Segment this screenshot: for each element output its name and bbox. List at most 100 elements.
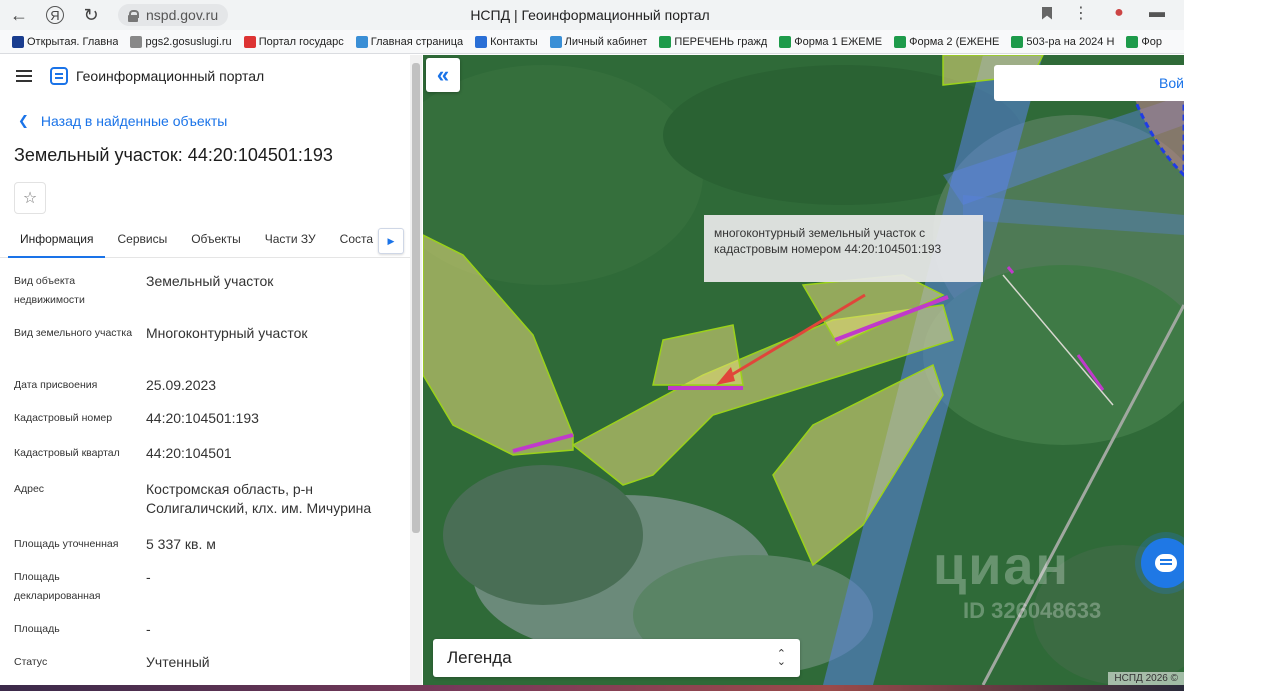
tab-services[interactable]: Сервисы	[105, 228, 179, 258]
properties-list: Вид объекта недвижимости Земельный участо…	[0, 272, 410, 685]
bookmark-item[interactable]: Фор	[1126, 35, 1163, 48]
property-key: Площадь	[14, 623, 60, 635]
property-key: Вид земельного участка	[14, 327, 133, 339]
chat-button[interactable]	[1141, 538, 1184, 588]
chevron-left-icon: ❮	[18, 113, 29, 128]
map-search-placeholder: Вой	[1159, 75, 1184, 91]
extension-icon[interactable]: ●	[1110, 4, 1128, 22]
bookmark-label: Контакты	[490, 35, 538, 48]
property-value: 5 337 кв. м	[146, 536, 216, 552]
bookmark-item[interactable]: Личный кабинет	[549, 35, 648, 48]
property-key: Дата присвоения	[14, 379, 98, 391]
back-to-results-link[interactable]: ❮ Назад в найденные объекты	[18, 113, 410, 129]
watermark-id: ID 326048633	[963, 598, 1102, 623]
map-view[interactable]: « Вой многоконтурный земельный участок с…	[423, 55, 1184, 685]
property-value: Многоконтурный участок	[146, 325, 308, 341]
bookmark-favicon-icon	[549, 35, 562, 48]
bookmark-item[interactable]: Портал государс	[243, 35, 344, 48]
menu-icon[interactable]	[16, 70, 32, 82]
legend-dropdown[interactable]: Легенда ⌃ ⌄	[433, 639, 800, 677]
bookmarks-bar: Открытая. Главна pgs2.gosuslugi.ru Портал …	[0, 30, 1184, 54]
bookmark-label: Форма 2 (ЕЖЕНЕ	[909, 35, 1000, 48]
bookmark-label: Портал государс	[258, 35, 344, 48]
profile-icon[interactable]: ▬	[1148, 4, 1166, 22]
object-title: Земельный участок: 44:20:104501:193	[14, 145, 333, 165]
os-taskbar	[0, 685, 1184, 691]
property-value: -	[146, 621, 151, 637]
screen: ← Я ↻ nspd.gov.ru НСПД | Геоинформационн…	[0, 0, 1280, 691]
annotation-callout: многоконтурный земельный участок с кадас…	[704, 215, 983, 282]
address-bar-url: nspd.gov.ru	[146, 7, 219, 23]
bookmark-label: Главная страница	[370, 35, 464, 48]
address-bar[interactable]: nspd.gov.ru	[118, 4, 229, 26]
property-value: Земельный участок	[146, 273, 274, 289]
property-key: Адрес	[14, 483, 45, 495]
bookmark-item[interactable]: pgs2.gosuslugi.ru	[130, 35, 232, 48]
bookmark-item[interactable]: Открытая. Главна	[12, 35, 119, 48]
bookmark-icon[interactable]	[1042, 6, 1052, 20]
property-key: Кадастровый номер	[14, 412, 113, 424]
back-arrow-icon[interactable]: ←	[6, 2, 32, 28]
bookmark-favicon-icon	[894, 35, 907, 48]
property-row: Вид земельного участка Многоконтурный уча…	[0, 324, 410, 376]
portal-name: Геоинформационный портал	[76, 68, 265, 84]
tab-composition[interactable]: Соста	[328, 228, 385, 258]
bookmark-label: 503-ра на 2024 Н	[1026, 35, 1115, 48]
bookmark-label: Личный кабинет	[564, 35, 648, 48]
property-value: Учтенный	[146, 654, 210, 670]
property-value: 25.09.2023	[146, 377, 217, 393]
favorite-button[interactable]: ☆	[14, 182, 46, 214]
blank-margin	[1184, 0, 1280, 691]
property-key: Статус	[14, 656, 48, 668]
property-row: Статус Учтенный	[0, 653, 410, 685]
bookmark-item[interactable]: Форма 2 (ЕЖЕНЕ	[894, 35, 1000, 48]
back-link-label: Назад в найденные объекты	[40, 113, 228, 129]
tab-parts[interactable]: Части ЗУ	[253, 228, 328, 258]
property-row: Вид объекта недвижимости Земельный участо…	[0, 272, 410, 324]
info-panel: Геоинформационный портал ❮ Назад в найде…	[0, 55, 410, 685]
bookmark-item[interactable]: Главная страница	[355, 35, 464, 48]
bookmark-label: Фор	[1141, 35, 1163, 48]
bookmark-favicon-icon	[1011, 35, 1024, 48]
yandex-icon[interactable]: Я	[46, 6, 64, 24]
menu-dots-icon[interactable]: ⋮	[1072, 4, 1090, 22]
scrollbar-thumb[interactable]	[412, 63, 420, 533]
bookmark-label: ПЕРЕЧЕНЬ гражд	[674, 35, 768, 48]
property-row: Площадь -	[0, 620, 410, 653]
bookmark-label: Форма 1 ЕЖЕМЕ	[794, 35, 883, 48]
bookmark-favicon-icon	[475, 35, 488, 48]
property-row: Площадь декларированная -	[0, 568, 410, 620]
tab-objects[interactable]: Объекты	[179, 228, 253, 258]
page-tab-title: НСПД | Геоинформационный портал	[470, 7, 710, 23]
bookmark-favicon-icon	[779, 35, 792, 48]
tab-info[interactable]: Информация	[8, 228, 106, 258]
map-search-input[interactable]: Вой	[994, 65, 1184, 101]
property-value: 44:20:104501	[146, 445, 232, 461]
tabs-scroll-right-button[interactable]: ▶	[378, 228, 404, 254]
watermark-text: циан	[933, 536, 1071, 596]
double-chevron-left-icon: «	[436, 62, 450, 87]
property-row: Дата присвоения 25.09.2023	[0, 376, 410, 409]
chevron-right-icon: ▶	[387, 235, 395, 246]
bookmark-item[interactable]: Контакты	[475, 35, 538, 48]
bookmark-favicon-icon	[130, 35, 143, 48]
expand-chevrons-icon: ⌃ ⌄	[776, 648, 786, 668]
reload-icon[interactable]: ↻	[78, 2, 104, 28]
map-copyright: НСПД 2026 ©	[1108, 672, 1184, 685]
legend-label: Легенда	[447, 648, 512, 667]
panel-scrollbar[interactable]	[410, 55, 422, 685]
bookmark-item[interactable]: Форма 1 ЕЖЕМЕ	[779, 35, 883, 48]
bookmark-item[interactable]: 503-ра на 2024 Н	[1011, 35, 1115, 48]
property-row: Кадастровый номер 44:20:104501:193	[0, 409, 410, 444]
property-key: Кадастровый квартал	[14, 447, 120, 459]
bookmark-favicon-icon	[243, 35, 256, 48]
toolbar-actions: ⋮ ● ▬	[1042, 4, 1166, 22]
property-value: Костромская область, р-н Солигаличский, …	[146, 481, 372, 516]
bookmark-label: Открытая. Главна	[27, 35, 119, 48]
property-key: Вид объекта недвижимости	[14, 275, 85, 306]
bookmark-item[interactable]: ПЕРЕЧЕНЬ гражд	[659, 35, 768, 48]
bookmark-favicon-icon	[355, 35, 368, 48]
property-value: -	[146, 569, 151, 585]
property-row: Кадастровый квартал 44:20:104501	[0, 444, 410, 480]
collapse-panel-button[interactable]: «	[426, 58, 460, 92]
